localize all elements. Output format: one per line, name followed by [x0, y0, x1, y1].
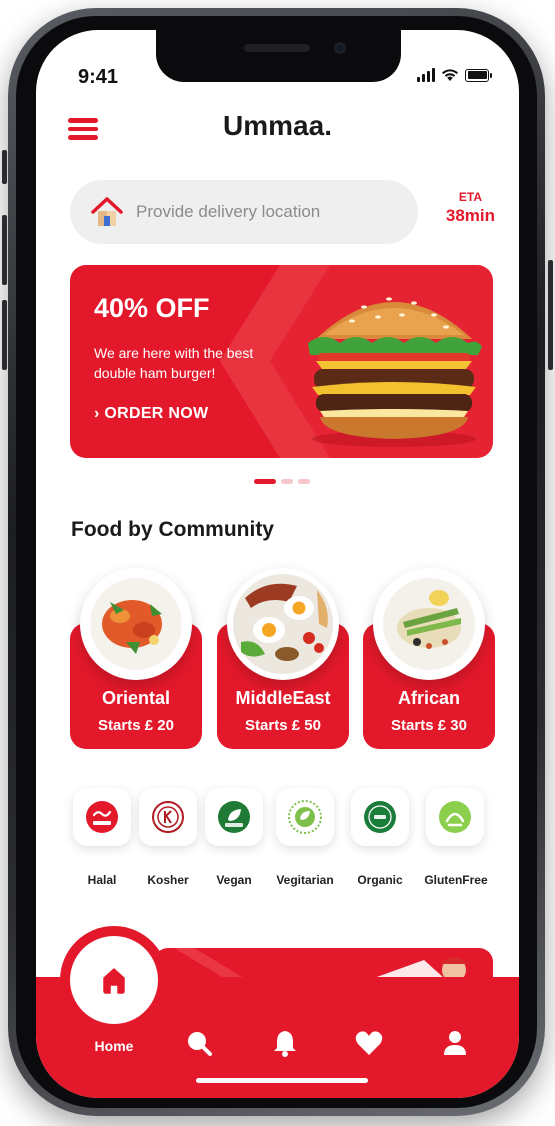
volume-down-button: [2, 300, 7, 370]
diet-filter-kosher[interactable]: [139, 788, 197, 846]
halal-icon: [86, 801, 118, 833]
diet-label: Halal: [87, 873, 117, 887]
power-button: [548, 260, 553, 370]
status-icons: [417, 68, 492, 82]
wifi-icon: [442, 69, 458, 81]
home-tab-button[interactable]: [70, 936, 158, 1024]
home-icon: [103, 968, 125, 994]
middleeast-dish-image[interactable]: [227, 568, 339, 680]
diet-label: Vegan: [216, 873, 252, 887]
delivery-location-input[interactable]: Provide delivery location: [70, 180, 418, 244]
order-now-label: ORDER NOW: [104, 405, 209, 422]
category-name: MiddleEast: [235, 688, 331, 708]
front-camera: [334, 42, 346, 54]
mute-switch: [2, 150, 7, 184]
chevron-right-icon: ›: [94, 405, 105, 422]
diet-filter-organic[interactable]: [351, 788, 409, 846]
gluten-free-icon: [439, 801, 471, 833]
cellular-signal-icon: [417, 68, 435, 82]
kosher-icon: [152, 801, 184, 833]
eta-display: ETA 38min: [446, 190, 495, 226]
category-price: Starts £ 20: [98, 717, 174, 734]
volume-up-button: [2, 215, 7, 285]
community-section-title: Food by Community: [71, 518, 274, 541]
category-price: Starts £ 50: [245, 717, 321, 734]
carousel-dot-active[interactable]: [254, 479, 276, 484]
carousel-dot[interactable]: [298, 479, 310, 484]
speaker-grille: [244, 44, 310, 52]
category-name: African: [397, 688, 460, 708]
app-screen: 9:41 Ummaa. Provide delivery location ET…: [36, 30, 519, 1098]
diet-label: Kosher: [147, 873, 189, 887]
vegetarian-icon: [288, 800, 322, 834]
profile-icon[interactable]: [440, 1028, 470, 1058]
organic-icon: [364, 801, 396, 833]
diet-label: GlutenFree: [424, 873, 488, 887]
diet-filter-vegan[interactable]: [205, 788, 263, 846]
category-name: Oriental: [101, 688, 171, 708]
african-dish-image[interactable]: [373, 568, 485, 680]
carousel-dot[interactable]: [281, 479, 293, 484]
diet-filter-glutenfree[interactable]: [426, 788, 484, 846]
home-tab-label: Home: [94, 1038, 134, 1054]
eta-label: ETA: [458, 190, 482, 204]
eta-value: 38min: [445, 206, 495, 225]
heart-icon[interactable]: [354, 1028, 384, 1058]
burger-image: [308, 297, 482, 447]
battery-icon: [465, 68, 492, 82]
oriental-dish-image[interactable]: [80, 568, 192, 680]
carousel-pagination: [254, 479, 310, 484]
home-indicator[interactable]: [196, 1078, 368, 1083]
order-now-button[interactable]: › ORDER NOW: [94, 405, 208, 423]
diet-filter-vegitarian[interactable]: [276, 788, 334, 846]
house-icon: [91, 197, 123, 226]
delivery-location-placeholder: Provide delivery location: [136, 202, 321, 221]
diet-filter-halal[interactable]: [73, 788, 131, 846]
promo-banner[interactable]: 40% OFF We are here with the best double…: [70, 265, 493, 458]
vegan-icon: [218, 801, 250, 833]
category-price: Starts £ 30: [391, 717, 467, 734]
notch: [156, 30, 401, 82]
diet-label: Organic: [357, 873, 403, 887]
search-icon[interactable]: [184, 1028, 214, 1058]
status-time: 9:41: [78, 66, 119, 88]
app-title: Ummaa.: [223, 110, 332, 141]
bell-icon[interactable]: [270, 1028, 300, 1058]
promo-title: 40% OFF: [94, 293, 210, 323]
diet-label: Vegitarian: [276, 873, 334, 887]
promo-subtitle: We are here with the best double ham bur…: [94, 345, 254, 381]
